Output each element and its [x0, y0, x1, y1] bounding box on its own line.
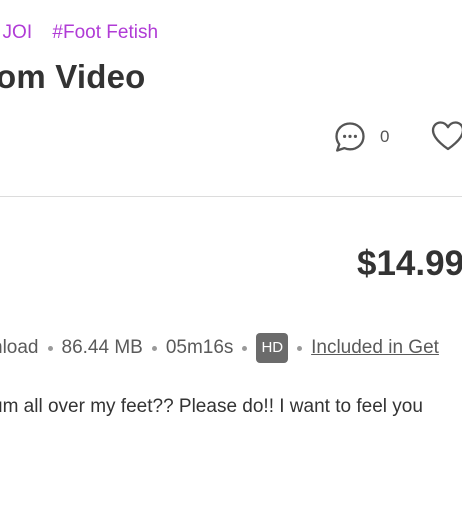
- separator-dot: [242, 345, 248, 351]
- video-meta-row: nload 86.44 MB 05m16s HD Included in Get: [0, 333, 439, 363]
- price-label: $14.99: [357, 244, 462, 283]
- page-title: om Video: [0, 58, 146, 95]
- section-divider: [0, 196, 462, 197]
- file-size: 86.44 MB: [61, 337, 143, 358]
- comment-bubble-icon: [333, 120, 367, 154]
- separator-dot: [297, 345, 303, 351]
- included-in-link[interactable]: Included in Get: [311, 337, 439, 359]
- separator-dot: [151, 345, 157, 351]
- download-label: nload: [0, 337, 39, 358]
- comment-button[interactable]: 0: [333, 118, 389, 156]
- comment-count: 0: [380, 127, 390, 146]
- tag-list: t JOI #Foot Fetish: [0, 22, 173, 44]
- separator-dot: [47, 345, 53, 351]
- tag-foot-fetish[interactable]: #Foot Fetish: [52, 22, 158, 44]
- video-duration: 05m16s: [165, 337, 234, 358]
- like-button[interactable]: [430, 119, 462, 153]
- video-description: um all over my feet?? Please do!! I want…: [0, 396, 423, 417]
- tag-joi[interactable]: t JOI: [0, 22, 32, 44]
- heart-icon: [430, 119, 462, 153]
- hd-badge: HD: [256, 333, 289, 363]
